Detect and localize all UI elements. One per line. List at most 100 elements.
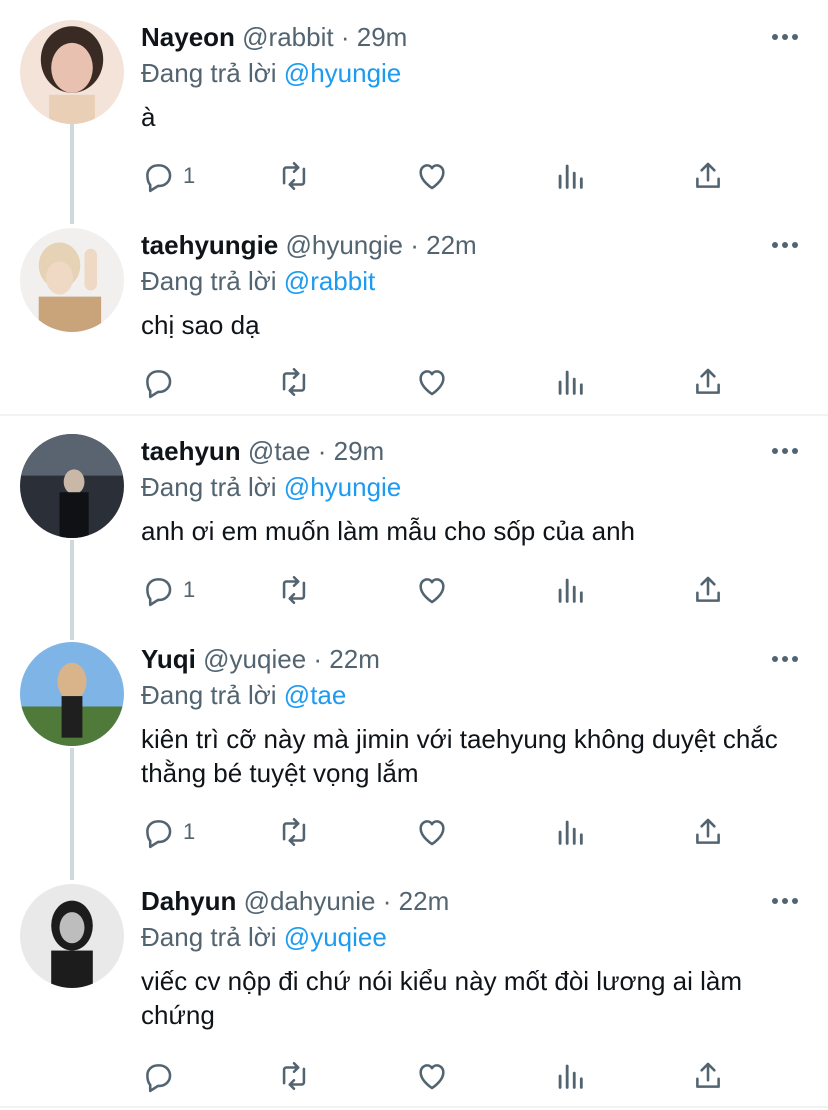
tweet[interactable]: taehyungie @hyungie · 22m Đang trả lời @… <box>0 228 828 408</box>
timestamp[interactable]: 29m <box>357 22 408 52</box>
mention-link[interactable]: @hyungie <box>284 58 401 88</box>
user-handle[interactable]: @hyungie <box>285 230 402 260</box>
avatar[interactable] <box>20 642 124 746</box>
retweet-button[interactable] <box>277 364 311 400</box>
like-button[interactable] <box>415 814 449 850</box>
replying-label: Đang trả lời <box>141 266 277 296</box>
retweet-button[interactable] <box>277 572 311 608</box>
tweet-text: chị sao dạ <box>141 310 260 340</box>
timestamp[interactable]: 29m <box>334 436 385 466</box>
tweet-text: viếc cv nộp đi chứ nói kiểu này mốt đòi … <box>141 966 743 1030</box>
views-button[interactable] <box>553 364 587 400</box>
share-button[interactable] <box>691 364 725 400</box>
replying-to: Đang trả lời @hyungie <box>141 470 401 504</box>
like-button[interactable] <box>415 1058 449 1094</box>
more-icon <box>772 242 798 248</box>
retweet-icon <box>282 1061 306 1091</box>
user-handle[interactable]: @tae <box>248 436 311 466</box>
retweet-button[interactable] <box>277 814 311 850</box>
replying-to: Đang trả lời @rabbit <box>141 264 375 298</box>
avatar[interactable] <box>20 884 124 988</box>
user-handle[interactable]: @dahyunie <box>244 886 376 916</box>
tweet[interactable]: Yuqi @yuqiee · 22m Đang trả lời @tae kiê… <box>0 642 828 856</box>
retweet-button[interactable] <box>277 158 311 194</box>
display-name[interactable]: taehyungie <box>141 230 278 260</box>
retweet-button[interactable] <box>277 1058 311 1094</box>
views-button[interactable] <box>553 1058 587 1094</box>
tweet-actions: 1 <box>141 158 741 194</box>
avatar[interactable] <box>20 20 124 124</box>
mention-link[interactable]: @hyungie <box>284 472 401 502</box>
mention-link[interactable]: @rabbit <box>284 266 375 296</box>
reply-count: 1 <box>183 163 196 188</box>
reply-count: 1 <box>183 819 196 844</box>
display-name[interactable]: Yuqi <box>141 644 196 674</box>
reply-button[interactable] <box>141 364 183 400</box>
share-button[interactable] <box>691 572 725 608</box>
retweet-icon <box>282 161 306 191</box>
more-options-button[interactable] <box>770 24 800 50</box>
share-button[interactable] <box>691 814 725 850</box>
reply-button[interactable]: 1 <box>141 158 195 194</box>
share-button[interactable] <box>691 158 725 194</box>
views-button[interactable] <box>553 572 587 608</box>
more-options-button[interactable] <box>770 232 800 258</box>
avatar-image <box>20 642 124 746</box>
timestamp[interactable]: 22m <box>329 644 380 674</box>
more-icon <box>772 34 798 40</box>
analytics-icon <box>558 164 583 189</box>
reply-icon <box>146 164 172 193</box>
avatar-image <box>20 434 124 538</box>
like-button[interactable] <box>415 364 449 400</box>
tweet[interactable]: taehyun @tae · 29m Đang trả lời @hyungie… <box>0 434 828 614</box>
replying-to: Đang trả lời @hyungie <box>141 56 401 90</box>
share-button[interactable] <box>691 1058 725 1094</box>
reply-icon <box>146 820 172 849</box>
heart-icon <box>419 370 445 396</box>
more-options-button[interactable] <box>770 438 800 464</box>
reply-button[interactable]: 1 <box>141 814 195 850</box>
analytics-icon <box>558 1064 583 1089</box>
user-handle[interactable]: @rabbit <box>242 22 333 52</box>
more-options-button[interactable] <box>770 888 800 914</box>
separator-dot: · <box>340 22 350 52</box>
tweet[interactable]: Dahyun @dahyunie · 22m Đang trả lời @yuq… <box>0 884 828 1098</box>
timestamp[interactable]: 22m <box>426 230 477 260</box>
replying-label: Đang trả lời <box>141 922 277 952</box>
reply-button[interactable] <box>141 1058 183 1094</box>
reply-count: 1 <box>183 577 196 602</box>
avatar[interactable] <box>20 434 124 538</box>
mention-link[interactable]: @yuqiee <box>284 922 387 952</box>
more-icon <box>772 898 798 904</box>
avatar[interactable] <box>20 228 124 332</box>
like-button[interactable] <box>415 158 449 194</box>
display-name[interactable]: Dahyun <box>141 886 236 916</box>
display-name[interactable]: taehyun <box>141 436 241 466</box>
analytics-icon <box>558 820 583 845</box>
avatar-image <box>20 228 124 332</box>
user-handle[interactable]: @yuqiee <box>203 644 306 674</box>
like-button[interactable] <box>415 572 449 608</box>
retweet-icon <box>282 367 306 397</box>
reply-button[interactable]: 1 <box>141 572 195 608</box>
separator-dot: · <box>410 230 419 260</box>
retweet-icon <box>282 817 306 847</box>
reply-icon <box>146 1064 172 1093</box>
share-icon <box>696 818 720 844</box>
avatar-image <box>20 884 124 988</box>
timestamp[interactable]: 22m <box>399 886 450 916</box>
separator-dot: · <box>317 436 327 466</box>
separator-dot: · <box>313 644 323 674</box>
share-icon <box>696 1062 720 1088</box>
tweet[interactable]: Nayeon @rabbit · 29m Đang trả lời @hyung… <box>0 20 828 200</box>
views-button[interactable] <box>553 158 587 194</box>
replying-label: Đang trả lời <box>141 680 277 710</box>
replying-to: Đang trả lời @yuqiee <box>141 920 387 954</box>
display-name[interactable]: Nayeon <box>141 22 235 52</box>
more-options-button[interactable] <box>770 646 800 672</box>
share-icon <box>696 162 720 188</box>
analytics-icon <box>558 370 583 395</box>
mention-link[interactable]: @tae <box>284 680 347 710</box>
tweet-actions: 1 <box>141 814 741 850</box>
views-button[interactable] <box>553 814 587 850</box>
